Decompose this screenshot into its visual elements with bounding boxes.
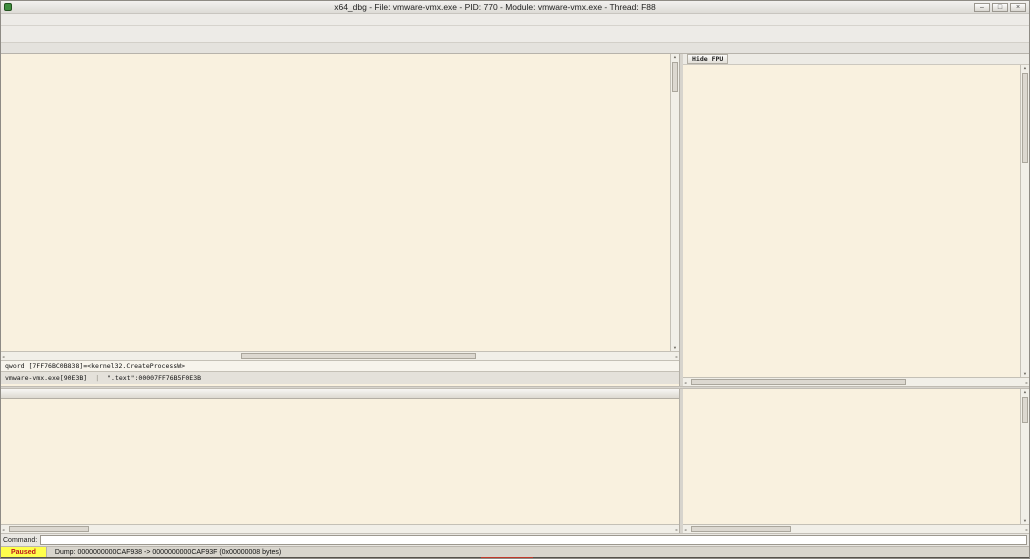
- x64dbg-window: x64_dbg - File: vmware-vmx.exe - PID: 77…: [0, 0, 1030, 559]
- scrollbar-thumb[interactable]: [691, 379, 906, 385]
- status-divider: |: [95, 374, 100, 382]
- scroll-left-arrow-icon[interactable]: ◄: [2, 354, 4, 359]
- scroll-up-arrow-icon[interactable]: ▲: [1024, 389, 1026, 395]
- scroll-left-arrow-icon[interactable]: ◄: [2, 527, 4, 532]
- selection-info-line: qword [7FF76BC0B838]=<kernel32.CreatePro…: [1, 360, 679, 371]
- tab-bar: [1, 43, 1029, 54]
- scrollbar-thumb[interactable]: [9, 526, 89, 532]
- dump-header-row: [1, 389, 679, 399]
- scroll-right-arrow-icon[interactable]: ►: [1026, 527, 1028, 532]
- command-input[interactable]: [40, 535, 1027, 545]
- scroll-left-arrow-icon[interactable]: ◄: [684, 380, 686, 385]
- scrollbar-thumb[interactable]: [672, 62, 678, 92]
- disassembly-panel: ▲ ▼ ◄ ► qword [7FF76BC0B838]=<kernel32.C…: [1, 54, 680, 386]
- hide-fpu-button[interactable]: Hide FPU: [687, 54, 729, 64]
- stack-horizontal-scrollbar[interactable]: ◄ ►: [683, 524, 1029, 533]
- dump-horizontal-scrollbar[interactable]: ◄ ►: [1, 524, 679, 533]
- toolbar: [1, 26, 1029, 43]
- app-icon: [4, 3, 12, 11]
- close-button[interactable]: ×: [1010, 2, 1026, 12]
- scrollbar-thumb[interactable]: [691, 526, 791, 532]
- scrollbar-thumb[interactable]: [1022, 73, 1028, 163]
- scroll-up-arrow-icon[interactable]: ▲: [1024, 65, 1026, 71]
- maximize-button[interactable]: □: [992, 2, 1008, 12]
- dump-panel: ◄ ►: [1, 389, 680, 533]
- disassembly-vertical-scrollbar[interactable]: ▲ ▼: [670, 54, 679, 351]
- minimize-button[interactable]: –: [974, 2, 990, 12]
- menu-bar: [1, 14, 1029, 26]
- registers-vertical-scrollbar[interactable]: ▲ ▼: [1020, 65, 1029, 377]
- stack-panel: ▲ ▼ ◄ ►: [683, 389, 1029, 533]
- registers-horizontal-scrollbar[interactable]: ◄ ►: [683, 377, 1029, 386]
- window-title: x64_dbg - File: vmware-vmx.exe - PID: 77…: [334, 2, 656, 12]
- title-bar: x64_dbg - File: vmware-vmx.exe - PID: 77…: [1, 1, 1029, 14]
- status-bar: Paused Dump: 0000000000CAF938 -> 0000000…: [1, 546, 1029, 557]
- scroll-right-arrow-icon[interactable]: ►: [676, 527, 678, 532]
- scroll-right-arrow-icon[interactable]: ►: [676, 354, 678, 359]
- command-bar: Command:: [1, 533, 1029, 546]
- stack-vertical-scrollbar[interactable]: ▲ ▼: [1020, 389, 1029, 524]
- command-label: Command:: [3, 536, 38, 544]
- disassembly-horizontal-scrollbar[interactable]: ◄ ►: [1, 351, 679, 360]
- dump-selection-info: Dump: 0000000000CAF938 -> 0000000000CAF9…: [54, 548, 282, 556]
- scrollbar-thumb[interactable]: [241, 353, 476, 359]
- scrollbar-thumb[interactable]: [1022, 397, 1028, 423]
- module-status-line: vmware-vmx.exe[90E3B] | ".text":00007FF7…: [1, 371, 679, 384]
- module-offset: vmware-vmx.exe[90E3B]: [5, 374, 88, 382]
- section-address: ".text":00007FF76B5F0E3B: [107, 374, 202, 382]
- scroll-left-arrow-icon[interactable]: ◄: [684, 527, 686, 532]
- status-badge: Paused: [1, 547, 47, 557]
- registers-panel: Hide FPU ▲ ▼ ◄ ►: [683, 54, 1029, 386]
- scroll-right-arrow-icon[interactable]: ►: [1026, 380, 1028, 385]
- scroll-up-arrow-icon[interactable]: ▲: [674, 54, 676, 60]
